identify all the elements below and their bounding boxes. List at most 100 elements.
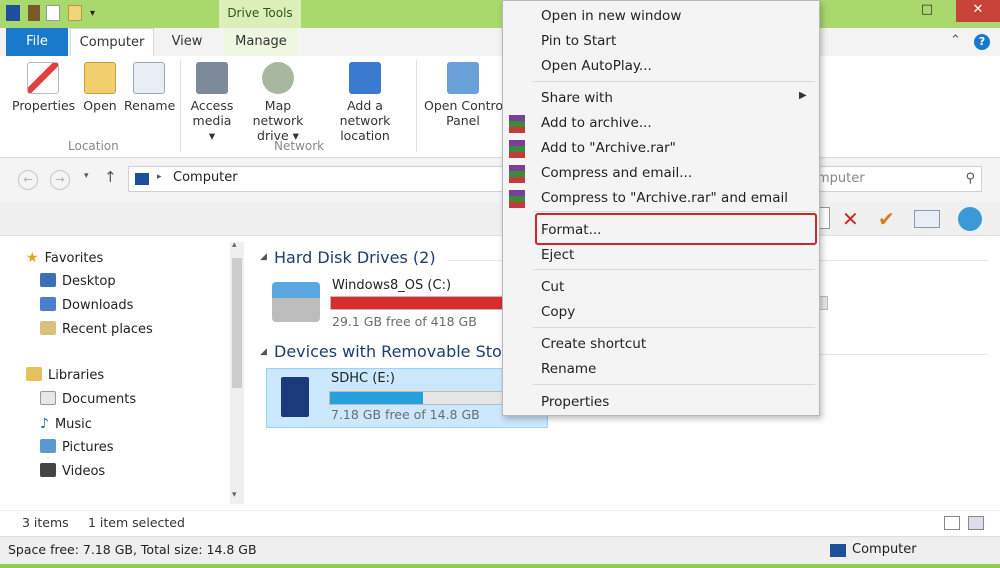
computer-status-icon (830, 544, 846, 557)
drive-e-name: SDHC (E:) (331, 371, 395, 386)
nav-favorites[interactable]: ★ Favorites (26, 248, 103, 268)
documents-label: Documents (62, 392, 137, 407)
checkmark-icon[interactable]: ✔ (878, 207, 895, 231)
tab-manage[interactable]: Manage (224, 28, 298, 56)
delete-x-icon[interactable]: ✕ (842, 207, 859, 231)
back-arrow-icon: ← (23, 173, 33, 186)
customize-quick-access-icon[interactable]: ▾ (90, 8, 95, 19)
close-button[interactable]: ✕ (956, 0, 1000, 22)
large-icons-view-icon[interactable] (968, 516, 984, 530)
videos-icon (40, 463, 56, 477)
videos-label: Videos (62, 464, 106, 479)
menu-share-with[interactable]: Share with (541, 88, 613, 108)
collapse-group-icon[interactable]: ◢ (260, 347, 267, 357)
menu-cut[interactable]: Cut (541, 277, 564, 297)
nav-music[interactable]: ♪ Music (40, 414, 92, 434)
ribbon: Properties Open Rename Location Access m… (0, 56, 1000, 158)
menu-add-to-archive[interactable]: Add to archive... (541, 113, 652, 133)
pictures-icon (40, 439, 56, 453)
nav-documents[interactable]: Documents (40, 390, 136, 410)
nav-desktop[interactable]: Desktop (40, 272, 116, 292)
hard-drive-icon (272, 282, 320, 322)
nav-recent-places[interactable]: Recent places (40, 320, 153, 340)
search-input[interactable]: mputer ⚲ (810, 166, 982, 192)
drive-c-name: Windows8_OS (C:) (332, 278, 452, 293)
tab-view[interactable]: View (160, 28, 214, 56)
map-network-drive-button[interactable]: Map network drive ▾ (238, 62, 318, 143)
winrar-icon (509, 115, 525, 133)
removable-storage-header[interactable]: Devices with Removable Stora (274, 342, 518, 361)
menu-rename[interactable]: Rename (541, 359, 596, 379)
tab-file[interactable]: File (6, 28, 68, 56)
window-frame-bottom (0, 564, 1000, 568)
nav-downloads[interactable]: Downloads (40, 296, 133, 316)
drive-e-free-space: 7.18 GB free of 14.8 GB (331, 407, 480, 422)
collapse-ribbon-icon[interactable]: ⌃ (950, 33, 961, 48)
open-control-panel-button[interactable]: Open Control Panel (424, 62, 502, 128)
menu-format[interactable]: Format... (541, 220, 601, 240)
new-folder-quick-icon[interactable] (68, 5, 82, 21)
libraries-icon (26, 367, 42, 381)
add-network-location-button[interactable]: Add a network location (320, 62, 410, 143)
status-bar: 3 items 1 item selected (0, 510, 1000, 536)
control-panel-icon (447, 62, 479, 94)
nav-pictures[interactable]: Pictures (40, 438, 113, 458)
open-folder-icon (84, 62, 116, 94)
open-label: Open (83, 98, 117, 113)
address-path: Computer (173, 170, 238, 185)
details-view-icon[interactable] (944, 516, 960, 530)
menu-pin-to-start[interactable]: Pin to Start (541, 31, 616, 51)
menu-create-shortcut[interactable]: Create shortcut (541, 334, 646, 354)
recent-locations-icon[interactable]: ▾ (84, 171, 89, 181)
access-media-button[interactable]: Access media ▾ (188, 62, 236, 143)
nav-scrollbar[interactable]: ▴ ▾ (230, 240, 244, 504)
hard-disk-drives-header[interactable]: Hard Disk Drives (2) (274, 248, 436, 267)
menu-separator (533, 384, 815, 385)
explorer-icon[interactable] (6, 5, 20, 21)
card-icon[interactable] (914, 210, 940, 228)
rename-label: Rename (124, 98, 176, 113)
menu-open-autoplay[interactable]: Open AutoPlay... (541, 56, 652, 76)
menu-copy[interactable]: Copy (541, 302, 575, 322)
properties-quick-icon[interactable] (46, 5, 60, 21)
properties-ribbon-button[interactable]: Properties (12, 62, 75, 113)
network-location-icon (349, 62, 381, 94)
breadcrumb-chevron-icon[interactable]: ▸ (157, 172, 162, 182)
menu-compress-rar-and-email[interactable]: Compress to "Archive.rar" and email (541, 188, 788, 208)
scroll-down-icon[interactable]: ▾ (232, 490, 237, 500)
collapse-group-icon[interactable]: ◢ (260, 252, 267, 262)
scrollbar-thumb[interactable] (232, 258, 242, 388)
divider-icon (28, 5, 40, 21)
desktop-label: Desktop (62, 274, 116, 289)
nav-videos[interactable]: Videos (40, 462, 105, 482)
search-icon[interactable]: ⚲ (965, 171, 975, 186)
recent-label: Recent places (62, 322, 153, 337)
music-icon: ♪ (40, 416, 49, 432)
winrar-icon (509, 165, 525, 183)
scroll-up-icon[interactable]: ▴ (232, 240, 237, 250)
recent-places-icon (40, 321, 56, 335)
item-count: 3 items (22, 515, 69, 530)
forward-button[interactable]: → (50, 170, 70, 190)
menu-open-in-new-window[interactable]: Open in new window (541, 6, 681, 26)
search-placeholder: mputer (817, 171, 865, 186)
help-icon[interactable]: ? (974, 34, 990, 50)
menu-eject[interactable]: Eject (541, 245, 574, 265)
globe-icon[interactable] (958, 207, 982, 231)
menu-separator (533, 327, 815, 328)
context-menu: Open in new window Pin to Start Open Aut… (502, 0, 820, 416)
rename-ribbon-button[interactable]: Rename (124, 62, 176, 113)
up-arrow-icon[interactable]: ↑ (104, 168, 117, 186)
menu-add-to-archive-rar[interactable]: Add to "Archive.rar" (541, 138, 676, 158)
rename-icon (133, 62, 165, 94)
back-button[interactable]: ← (18, 170, 38, 190)
selection-count: 1 item selected (88, 515, 185, 530)
open-ribbon-button[interactable]: Open (80, 62, 120, 113)
tab-computer[interactable]: Computer (70, 28, 154, 56)
ribbon-tabs: File Computer View Manage ⌃ ? (0, 28, 1000, 56)
maximize-button[interactable]: □ (912, 0, 942, 22)
menu-compress-and-email[interactable]: Compress and email... (541, 163, 692, 183)
nav-libraries[interactable]: Libraries (26, 366, 104, 386)
info-bar: Space free: 7.18 GB, Total size: 14.8 GB… (0, 536, 1000, 564)
menu-properties[interactable]: Properties (541, 392, 609, 412)
